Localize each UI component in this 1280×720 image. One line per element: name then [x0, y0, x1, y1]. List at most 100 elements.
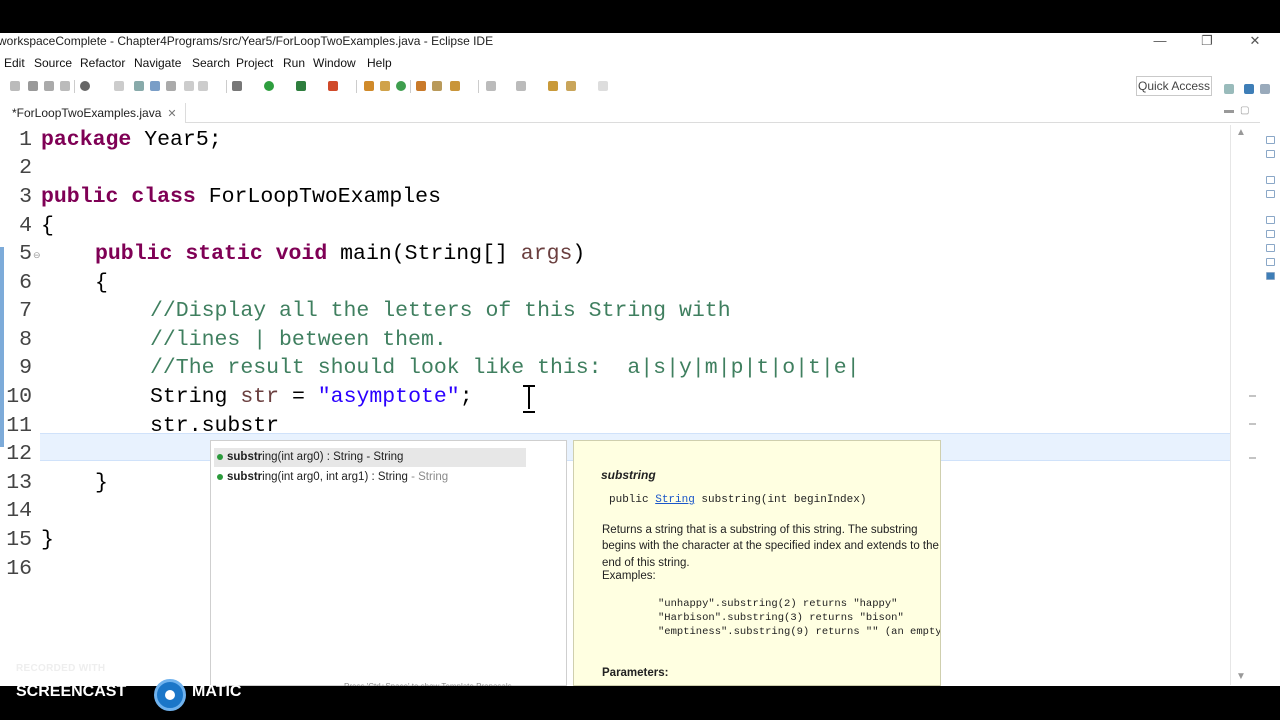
print-icon[interactable]: [60, 81, 70, 91]
menu-help[interactable]: Help: [367, 56, 392, 70]
screencast-watermark: RECORDED WITH SCREENCAST MATIC: [16, 663, 241, 711]
open-perspective-icon[interactable]: [1224, 84, 1234, 94]
line-number: 10: [6, 385, 32, 409]
toolbar-separator: [356, 80, 357, 93]
open-type-icon[interactable]: [416, 81, 426, 91]
line-number: 9: [19, 356, 32, 380]
console-icon[interactable]: [1266, 230, 1275, 238]
problems-icon[interactable]: [1266, 176, 1275, 184]
type-link[interactable]: String: [655, 494, 695, 506]
history-icon[interactable]: [1266, 272, 1275, 280]
menu-navigate[interactable]: Navigate: [134, 56, 181, 70]
new-icon[interactable]: [10, 81, 20, 91]
editor-tab-label: *ForLoopTwoExamples.java: [12, 106, 162, 120]
save-icon[interactable]: [28, 81, 38, 91]
open-task-icon[interactable]: [432, 81, 442, 91]
code-text: ): [572, 242, 586, 266]
line-number: 4: [19, 214, 32, 238]
proposal-text: ing(int arg0, int arg1) : String: [262, 471, 408, 483]
scroll-down-icon[interactable]: ▼: [1236, 671, 1246, 682]
run-icon[interactable]: [264, 81, 274, 91]
debug-icon[interactable]: [80, 81, 90, 91]
perspective-icon[interactable]: [1244, 84, 1254, 94]
public-method-icon: [217, 474, 223, 480]
search-icon[interactable]: [450, 81, 460, 91]
forward-icon[interactable]: [566, 81, 576, 91]
line-number: 1: [19, 128, 32, 152]
proposal-item[interactable]: substring(int arg0, int arg1) : String -…: [214, 468, 448, 487]
maximize-editor-icon[interactable]: ▢: [1240, 105, 1249, 116]
restore-icon[interactable]: ❐: [1195, 33, 1219, 49]
menu-search[interactable]: Search: [192, 56, 230, 70]
javadoc-example: "emptiness".substring(9) returns "" (an …: [658, 626, 941, 638]
pin-editor-icon[interactable]: [598, 81, 608, 91]
highlight-icon[interactable]: [150, 81, 160, 91]
line-number: 13: [6, 471, 32, 495]
proposal-match: substr: [227, 471, 263, 483]
menu-source[interactable]: Source: [34, 56, 72, 70]
quick-access-field[interactable]: Quick Access: [1136, 76, 1212, 96]
line-number: 8: [19, 328, 32, 352]
watermark-brand: SCREENCAST: [16, 683, 127, 700]
scroll-up-icon[interactable]: ▲: [1236, 127, 1246, 138]
search-view-icon[interactable]: [1266, 244, 1275, 252]
javadoc-examples-label: Examples:: [602, 570, 656, 582]
line-number: 3: [19, 185, 32, 209]
pin-icon[interactable]: [134, 81, 144, 91]
title-bar: workspaceComplete - Chapter4Programs/src…: [0, 33, 1280, 51]
code-line-1: package Year5;: [41, 126, 222, 154]
declaration-icon[interactable]: [1266, 216, 1275, 224]
code-line-7-comment: //Display all the letters of this String…: [150, 299, 731, 323]
fold-icon[interactable]: ⊖: [33, 250, 41, 261]
save-all-icon[interactable]: [44, 81, 54, 91]
javadoc-icon[interactable]: [1266, 190, 1275, 198]
signature-text: substring(int beginIndex): [694, 494, 867, 506]
menu-run[interactable]: Run: [283, 56, 305, 70]
task-list-icon[interactable]: [1266, 150, 1275, 158]
annotation-prev-icon[interactable]: [516, 81, 526, 91]
java-perspective-icon[interactable]: [1260, 84, 1270, 94]
new-class-icon[interactable]: [396, 81, 406, 91]
content-assist-popup[interactable]: substring(int arg0) : String - String su…: [210, 440, 567, 691]
code-line-3: public class ForLoopTwoExamples: [41, 183, 441, 211]
public-method-icon: [217, 454, 223, 460]
bug-icon[interactable]: [232, 81, 242, 91]
overview-ruler[interactable]: [1230, 125, 1258, 685]
toolbar-separator: [478, 80, 479, 93]
minimize-icon[interactable]: —: [1148, 33, 1172, 48]
tab-close-icon[interactable]: ✕: [167, 108, 176, 120]
menu-edit[interactable]: Edit: [4, 56, 25, 70]
terminate-icon[interactable]: [184, 81, 194, 91]
step-icon[interactable]: [198, 81, 208, 91]
close-icon[interactable]: ✕: [1243, 33, 1267, 49]
outline-icon[interactable]: [1266, 136, 1275, 144]
proposal-item[interactable]: substring(int arg0) : String - String: [214, 448, 526, 467]
editor-tab[interactable]: *ForLoopTwoExamples.java ✕: [0, 103, 186, 123]
new-java-project-icon[interactable]: [364, 81, 374, 91]
signature-text: public: [609, 494, 656, 506]
external-tools-icon[interactable]: [328, 81, 338, 91]
watermark-brand-suffix: MATIC: [192, 683, 242, 700]
ruler-mark: [1249, 457, 1256, 459]
javadoc-example: "Harbison".substring(3) returns "bison": [658, 612, 904, 624]
minimize-editor-icon[interactable]: ▬: [1224, 105, 1234, 116]
annotation-next-icon[interactable]: [486, 81, 496, 91]
code-line-9-comment: //The result should look like this: a|s|…: [150, 356, 860, 380]
coverage-icon[interactable]: [296, 81, 306, 91]
toggle-icon[interactable]: [166, 81, 176, 91]
menu-refactor[interactable]: Refactor: [80, 56, 125, 70]
code-line-6: {: [95, 271, 108, 295]
code-line-8-comment: //lines | between them.: [150, 328, 447, 352]
i-beam-cursor-icon: [521, 383, 537, 413]
menu-window[interactable]: Window: [313, 56, 356, 70]
progress-icon[interactable]: [1266, 258, 1275, 266]
menu-project[interactable]: Project: [236, 56, 273, 70]
line-number: 2: [19, 156, 32, 180]
recording-top-letterbox: [0, 0, 1280, 33]
line-number: 6: [19, 271, 32, 295]
skip-breakpoints-icon[interactable]: [114, 81, 124, 91]
line-number: 16: [6, 557, 32, 581]
back-icon[interactable]: [548, 81, 558, 91]
new-package-icon[interactable]: [380, 81, 390, 91]
screencast-logo-icon: [154, 679, 186, 711]
